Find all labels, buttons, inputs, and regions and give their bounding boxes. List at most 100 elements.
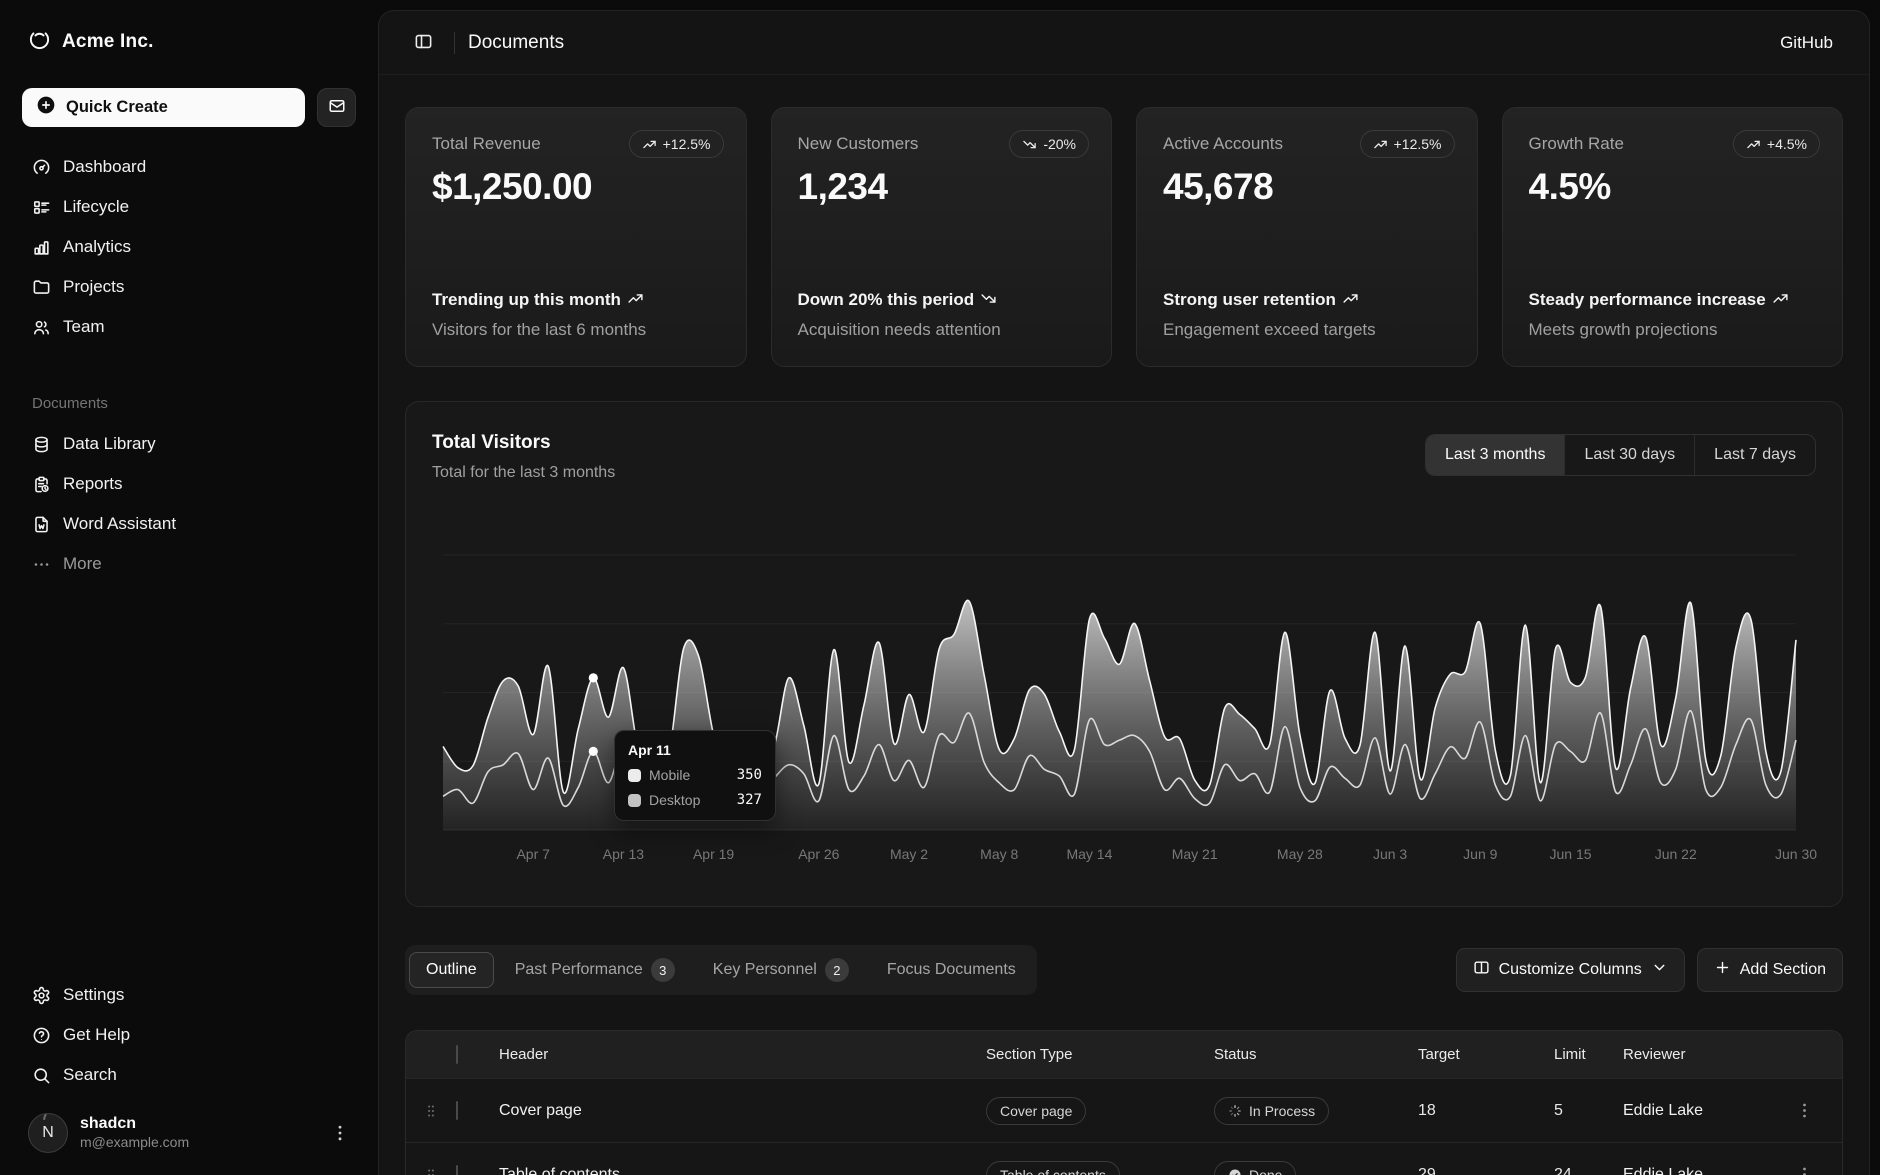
cell-limit[interactable]: 5 (1554, 1102, 1623, 1120)
cell-target[interactable]: 29 (1418, 1166, 1554, 1175)
cell-reviewer[interactable]: Eddie Lake (1623, 1102, 1766, 1120)
tab-label: Focus Documents (887, 961, 1016, 979)
brand[interactable]: Acme Inc. (22, 26, 356, 58)
sidebar: Acme Inc. Quick Create DashboardLifecycl… (0, 0, 378, 1175)
range-option-last-3-months[interactable]: Last 3 months (1426, 435, 1566, 475)
trend-badge-value: +12.5% (663, 136, 711, 152)
range-option-last-7-days[interactable]: Last 7 days (1695, 435, 1815, 475)
kebab-icon (330, 1123, 350, 1143)
drag-handle[interactable] (406, 1166, 456, 1175)
row-checkbox[interactable] (456, 1102, 499, 1120)
tooltip-date: Apr 11 (628, 742, 762, 758)
circle-plus-icon (36, 95, 56, 120)
x-axis-tick: Jun 3 (1373, 846, 1407, 862)
stat-card-value: 1,234 (798, 166, 1086, 208)
sidebar-item-label: Data Library (63, 434, 156, 454)
cell-reviewer[interactable]: Eddie Lake (1623, 1166, 1766, 1175)
row-menu-kebab-icon[interactable] (1766, 1165, 1842, 1175)
status-badge: In Process (1214, 1097, 1329, 1125)
stat-card-footer: Strong user retentionEngagement exceed t… (1163, 289, 1451, 340)
user-email: m@example.com (80, 1134, 318, 1152)
view-tabs: Outline Past Performance3 Key Personnel 2 Fo… (405, 945, 1037, 995)
tooltip-row-desktop: Desktop327 (628, 792, 762, 808)
inner-shadow-top-icon (28, 28, 51, 56)
cell-target[interactable]: 18 (1418, 1102, 1554, 1120)
sidebar-item-projects[interactable]: Projects (22, 267, 356, 307)
x-axis-tick: Apr 13 (603, 846, 644, 862)
trending-up-icon (1342, 290, 1359, 307)
customize-columns-button[interactable]: Customize Columns (1456, 948, 1685, 992)
inbox-button[interactable] (317, 88, 356, 127)
tab-count-badge: 2 (825, 958, 849, 982)
add-section-button[interactable]: Add Section (1697, 948, 1843, 992)
range-option-last-30-days[interactable]: Last 30 days (1565, 435, 1695, 475)
stat-card-value: $1,250.00 (432, 166, 720, 208)
stat-card-footer: Steady performance increaseMeets growth … (1529, 289, 1817, 340)
cell-section-type: Table of contents (986, 1161, 1214, 1175)
tab-focus-documents[interactable]: Focus Documents (870, 952, 1033, 988)
main-panel: Documents GitHub Total Revenue+12.5%$1,2… (378, 10, 1870, 1175)
quick-create-button[interactable]: Quick Create (22, 88, 305, 127)
sidebar-item-analytics[interactable]: Analytics (22, 227, 356, 267)
column-header-reviewer[interactable]: Reviewer (1623, 1046, 1766, 1063)
sidebar-toggle-button[interactable] (405, 25, 441, 61)
sidebar-item-get-help[interactable]: Get Help (22, 1015, 356, 1055)
chevron-down-icon (1651, 959, 1668, 981)
x-axis-tick: Jun 22 (1655, 846, 1697, 862)
sidebar-item-word-assistant[interactable]: Word Assistant (22, 504, 356, 544)
folder-icon (32, 278, 51, 297)
help-icon (32, 1026, 51, 1045)
table-body: Cover pageCover pageIn Process185Eddie L… (406, 1078, 1842, 1175)
sidebar-item-dashboard[interactable]: Dashboard (22, 147, 356, 187)
cell-header[interactable]: Cover page (499, 1102, 986, 1120)
stat-cards: Total Revenue+12.5%$1,250.00Trending up … (405, 107, 1843, 367)
page-title: Documents (468, 32, 564, 54)
row-menu-kebab-icon[interactable] (1766, 1101, 1842, 1120)
chart-subtitle: Total for the last 3 months (432, 464, 615, 482)
cell-limit[interactable]: 24 (1554, 1166, 1623, 1175)
tab-label: Outline (426, 961, 477, 979)
trend-badge-value: +12.5% (1394, 136, 1442, 152)
sidebar-item-label: Team (63, 317, 105, 337)
sidebar-item-more[interactable]: More (22, 544, 356, 584)
table-header-row: HeaderSection TypeStatusTargetLimitRevie… (406, 1031, 1842, 1078)
drag-handle[interactable] (406, 1102, 456, 1120)
tab-outline[interactable]: Outline (409, 952, 494, 988)
x-axis-tick: May 21 (1172, 846, 1218, 862)
column-header-header[interactable]: Header (499, 1046, 986, 1063)
user-menu-kebab-icon[interactable] (330, 1123, 350, 1143)
tab-key-personnel[interactable]: Key Personnel 2 (696, 949, 866, 991)
columns-icon (1473, 959, 1490, 981)
circle-plus-icon (36, 95, 56, 115)
loader-icon (1228, 1104, 1242, 1118)
column-header-limit[interactable]: Limit (1554, 1046, 1623, 1063)
stat-card-footer: Down 20% this periodAcquisition needs at… (798, 289, 1086, 340)
column-header-status[interactable]: Status (1214, 1046, 1418, 1063)
trending-down-icon (980, 290, 997, 307)
customize-columns-label: Customize Columns (1499, 961, 1642, 979)
stat-card-footer: Trending up this monthVisitors for the l… (432, 289, 720, 340)
trend-badge: -20% (1009, 130, 1089, 158)
github-link[interactable]: GitHub (1770, 27, 1843, 59)
column-header-section-type[interactable]: Section Type (986, 1046, 1214, 1063)
tab-label: Key Personnel (713, 961, 817, 979)
column-header-target[interactable]: Target (1418, 1046, 1554, 1063)
sidebar-item-search[interactable]: Search (22, 1055, 356, 1095)
select-all-checkbox[interactable] (456, 1046, 499, 1063)
sidebar-item-lifecycle[interactable]: Lifecycle (22, 187, 356, 227)
sidebar-item-reports[interactable]: Reports (22, 464, 356, 504)
sidebar-item-settings[interactable]: Settings (22, 975, 356, 1015)
cell-header[interactable]: Table of contents (499, 1166, 986, 1175)
sidebar-item-team[interactable]: Team (22, 307, 356, 347)
trend-badge-value: -20% (1043, 136, 1076, 152)
row-checkbox[interactable] (456, 1166, 499, 1175)
sidebar-item-data-library[interactable]: Data Library (22, 424, 356, 464)
stat-footer-title: Steady performance increase (1529, 289, 1817, 311)
x-axis-tick: May 2 (890, 846, 928, 862)
stat-footer-desc: Engagement exceed targets (1163, 320, 1451, 340)
page-header: Documents GitHub (379, 11, 1869, 75)
dots-icon (32, 555, 51, 574)
x-axis-tick: May 28 (1277, 846, 1323, 862)
user-row[interactable]: N shadcn m@example.com (22, 1109, 356, 1153)
tab-past-performance[interactable]: Past Performance3 (498, 949, 692, 991)
